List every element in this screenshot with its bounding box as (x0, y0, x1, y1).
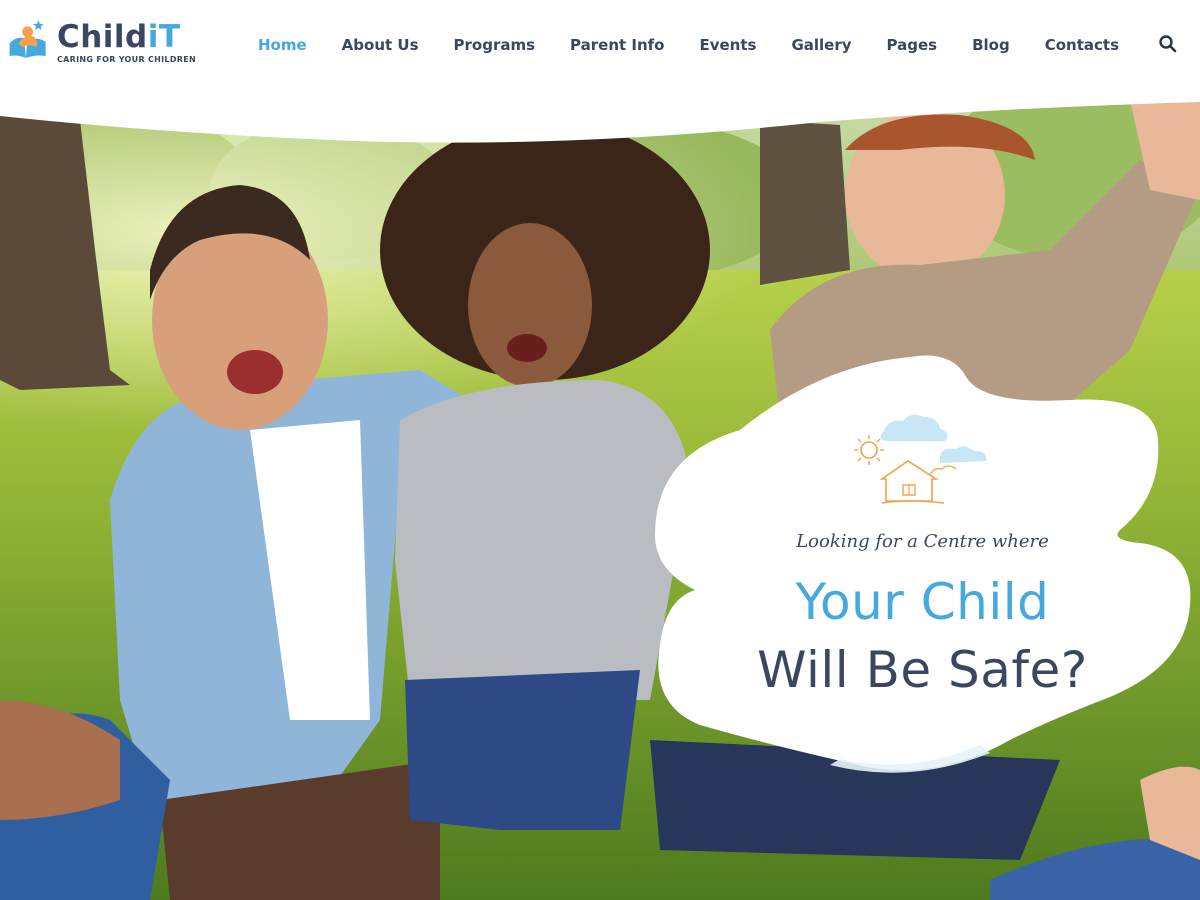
nav-item-gallery[interactable]: Gallery (791, 36, 851, 54)
main-nav: Home About Us Programs Parent Info Event… (258, 32, 1154, 58)
brand-name-part1: Child (56, 19, 148, 55)
nav-item-contacts[interactable]: Contacts (1045, 36, 1119, 54)
site-header: ChildiT CARING FOR YOUR CHILDREN Home Ab… (0, 0, 1200, 90)
nav-item-home[interactable]: Home (258, 36, 307, 54)
nav-item-pages[interactable]: Pages (887, 36, 938, 54)
nav-item-events[interactable]: Events (699, 36, 756, 54)
brand-tagline: CARING FOR YOUR CHILDREN (56, 55, 196, 64)
house-sun-cloud-icon (854, 414, 987, 504)
hero-message-card: Looking for a Centre where Your Child Wi… (650, 345, 1195, 775)
search-icon (1159, 35, 1177, 53)
brand-name: ChildiT (57, 20, 196, 54)
hero-section: Looking for a Centre where Your Child Wi… (0, 0, 1200, 900)
child-reading-logo-icon (9, 20, 46, 58)
brand-name-part2: iT (147, 19, 181, 55)
hero-headline-line1: Your Child (795, 573, 1050, 631)
hero-headline-line2: Will Be Safe? (757, 641, 1088, 699)
nav-item-programs[interactable]: Programs (454, 36, 536, 54)
nav-item-parent-info[interactable]: Parent Info (570, 36, 664, 54)
hero-kicker-text: Looking for a Centre where (796, 531, 1049, 552)
nav-item-about-us[interactable]: About Us (342, 36, 419, 54)
brand-logo[interactable]: ChildiT CARING FOR YOUR CHILDREN (6, 14, 196, 70)
nav-item-blog[interactable]: Blog (972, 36, 1010, 54)
blob-shape (655, 355, 1191, 773)
search-button[interactable] (1156, 32, 1180, 56)
